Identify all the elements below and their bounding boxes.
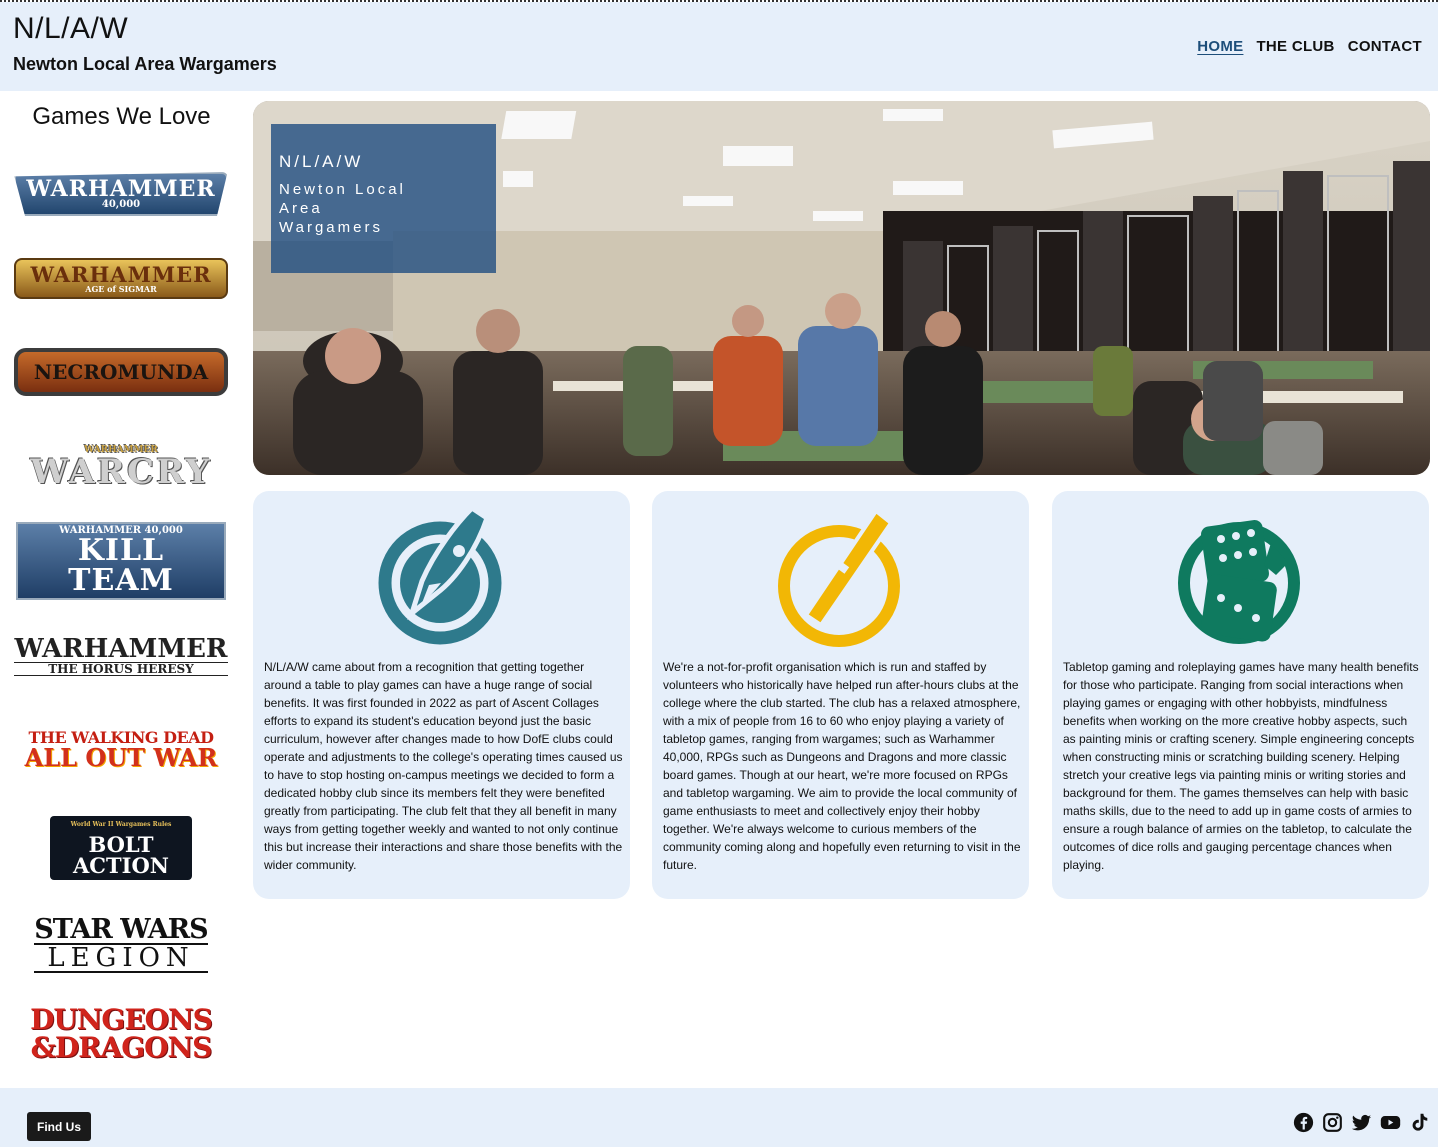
warcry-logo: WARHAMMER WARCRY — [30, 444, 212, 492]
instagram-icon[interactable] — [1322, 1112, 1343, 1133]
paintbrush-icon — [777, 508, 900, 647]
hero-banner: N/L/A/W Newton Local Area Wargamers — [253, 101, 1430, 475]
games-sidebar: Games We Love WARHAMMER 40,000 WARHAMMER… — [0, 91, 243, 1088]
find-us-button[interactable]: Find Us — [27, 1112, 91, 1141]
hero-title-box: N/L/A/W Newton Local Area Wargamers — [271, 124, 496, 273]
site-header: N/L/A/W Newton Local Area Wargamers HOME… — [0, 2, 1438, 91]
walking-dead-logo: THE WALKING DEAD ALL OUT WAR — [24, 728, 218, 772]
hero-abbreviation: N/L/A/W — [279, 152, 364, 171]
card-about-text: We're a not-for-profit organisation whic… — [663, 660, 1021, 872]
nav-home[interactable]: HOME — [1197, 38, 1243, 55]
brand-full-name[interactable]: Newton Local Area Wargamers — [13, 54, 277, 75]
horus-heresy-logo: WARHAMMER THE HORUS HERESY — [14, 634, 228, 676]
facebook-icon[interactable] — [1293, 1112, 1314, 1133]
card-benefits-text: Tabletop gaming and roleplaying games ha… — [1063, 660, 1419, 872]
tiktok-icon[interactable] — [1409, 1112, 1430, 1133]
rocket-icon — [378, 504, 501, 645]
card-history-text: N/L/A/W came about from a recognition th… — [264, 660, 623, 872]
youtube-icon[interactable] — [1380, 1112, 1401, 1133]
site-footer: Find Us — [0, 1088, 1438, 1147]
nav-contact[interactable]: CONTACT — [1348, 38, 1422, 55]
card-benefits: Tabletop gaming and roleplaying games ha… — [1052, 491, 1429, 899]
dungeons-dragons-logo: DUNGEONS &DRAGONS — [30, 1003, 213, 1064]
main-nav: HOME THE CLUB CONTACT — [1197, 38, 1422, 55]
brand-abbreviation[interactable]: N/L/A/W — [13, 12, 128, 46]
dice-icon — [1177, 520, 1300, 644]
age-of-sigmar-logo: WARHAMMER AGE of SIGMAR — [14, 243, 228, 313]
necromunda-logo: NECROMUNDA — [13, 337, 229, 407]
star-wars-legion-logo: STAR WARS LEGION — [34, 913, 209, 973]
kill-team-logo: WARHAMMER 40,000 KILL TEAM — [16, 522, 226, 600]
social-links — [1293, 1112, 1430, 1133]
card-history: N/L/A/W came about from a recognition th… — [253, 491, 630, 899]
hero-full-name: Newton Local Area Wargamers — [279, 181, 406, 236]
bolt-action-logo: World War II Wargames Rules BOLT ACTION — [16, 813, 226, 883]
card-about: We're a not-for-profit organisation whic… — [652, 491, 1029, 899]
nav-the-club[interactable]: THE CLUB — [1256, 38, 1334, 55]
sidebar-title: Games We Love — [32, 103, 211, 130]
twitter-icon[interactable] — [1351, 1112, 1372, 1133]
warhammer-40000-logo: WARHAMMER 40,000 — [14, 159, 228, 229]
